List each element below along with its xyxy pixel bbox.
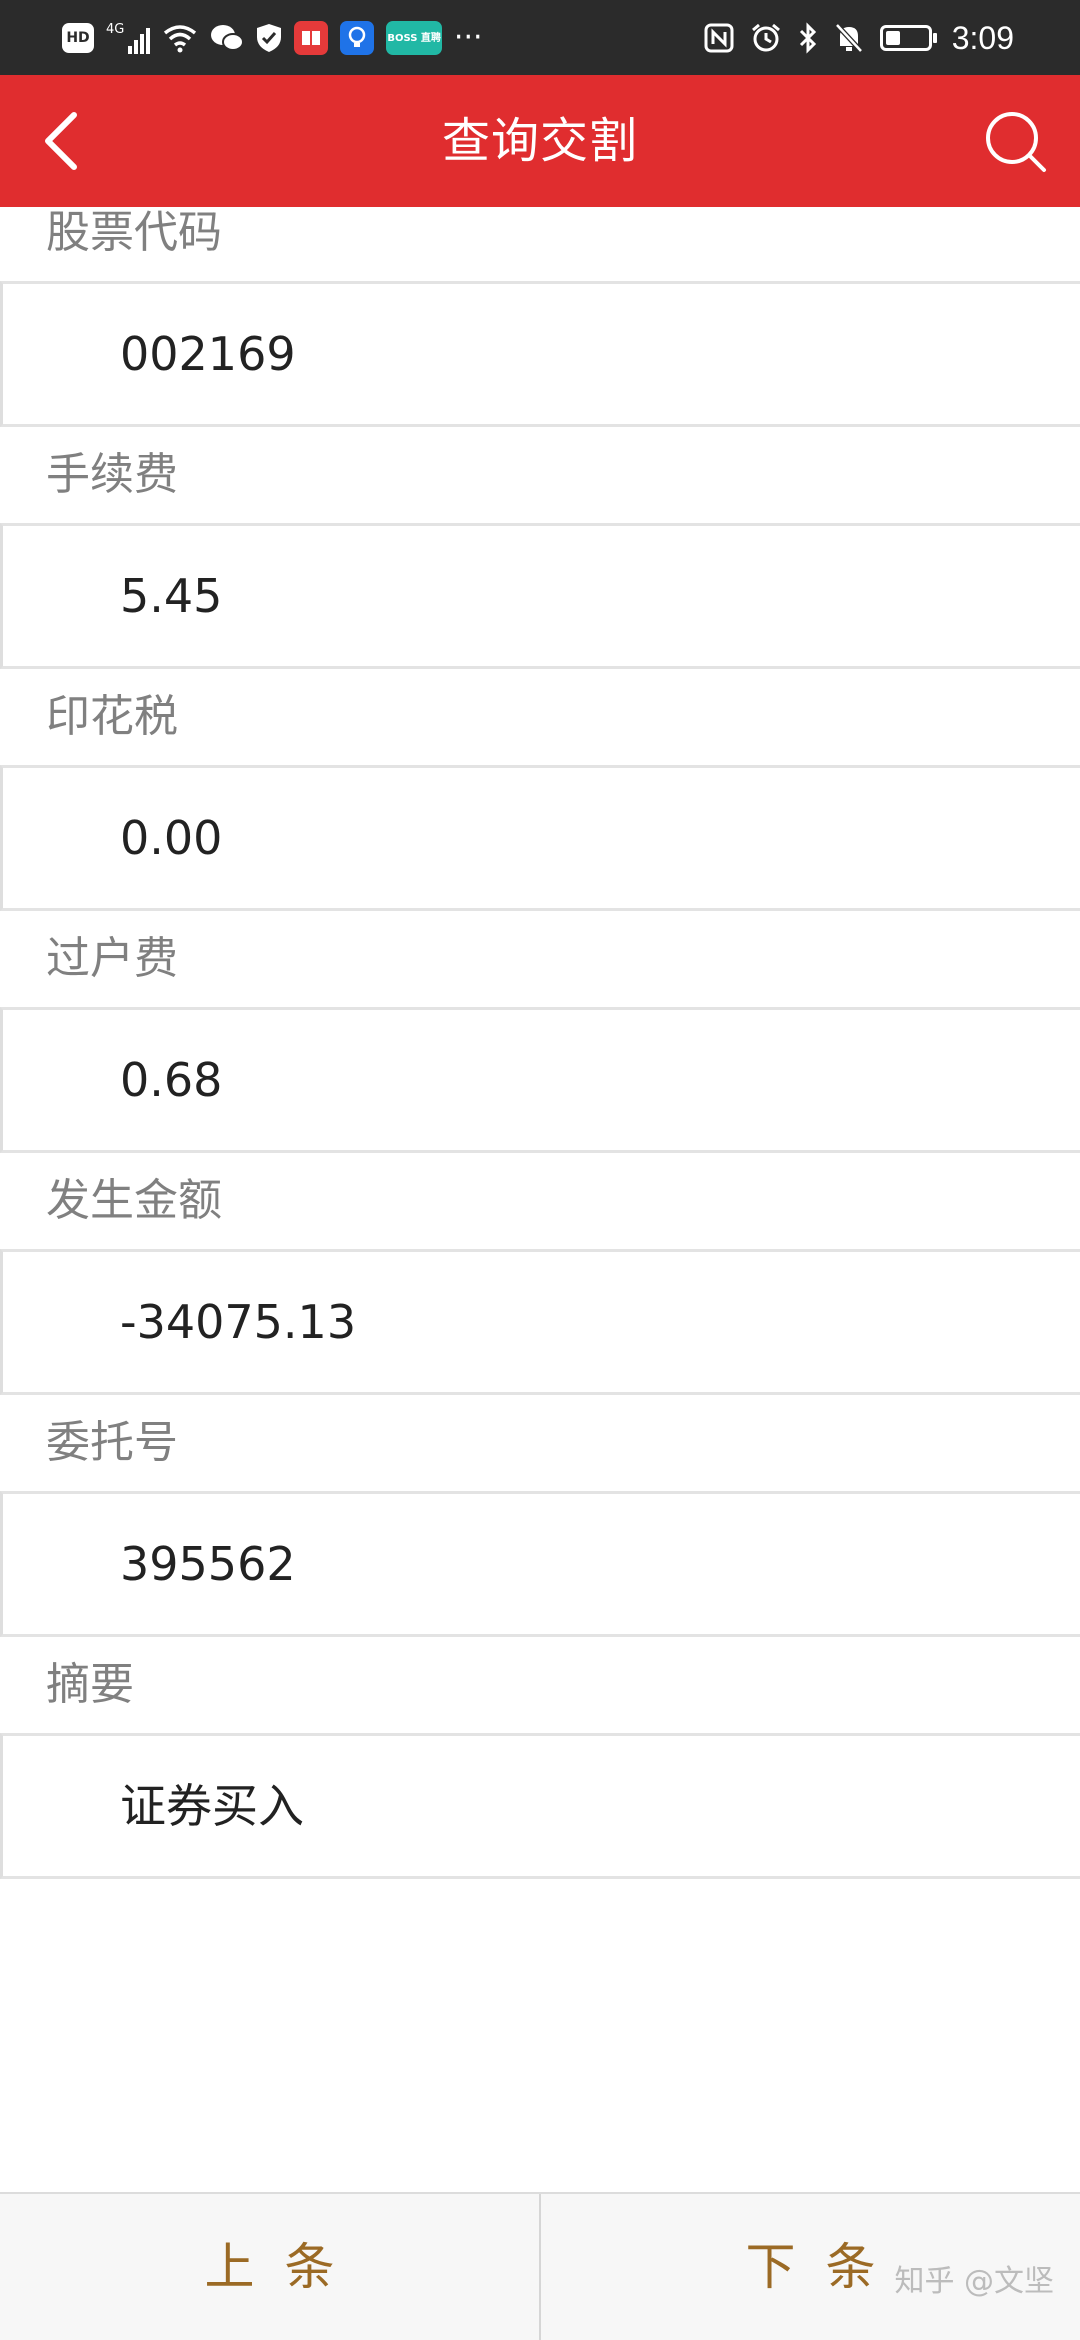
search-icon: [986, 112, 1046, 172]
field-value: 002169: [0, 281, 1080, 427]
reader-app-icon: [294, 21, 329, 55]
field-label: 摘要: [0, 1637, 1080, 1733]
wifi-icon: [164, 25, 197, 53]
field-label: 股票代码: [0, 207, 1080, 281]
battery-icon: [879, 25, 937, 51]
search-button[interactable]: [982, 108, 1048, 174]
status-left-icons: HD 4G BOSS 直聘 ···: [62, 14, 483, 62]
signal-icon: 4G: [106, 22, 151, 54]
mute-bell-icon: [834, 23, 863, 53]
field-value: 0.00: [0, 765, 1080, 911]
shield-icon: [257, 24, 282, 52]
page-title: 查询交割: [441, 113, 638, 169]
field-transfer-fee: 过户费 0.68: [0, 911, 1080, 1153]
hd-badge: HD: [62, 23, 94, 53]
field-order-number: 委托号 395562: [0, 1395, 1080, 1637]
field-label: 印花税: [0, 669, 1080, 765]
field-list: 股票代码 002169 手续费 5.45 印花税 0.00 过户费 0.68 发…: [0, 207, 1080, 1879]
status-time: 3:09: [951, 19, 1014, 56]
field-label: 发生金额: [0, 1153, 1080, 1249]
network-type-label: 4G: [106, 22, 125, 37]
app-header: 查询交割: [0, 75, 1080, 207]
footer-nav: 上条 下条 知乎 @文坚: [0, 2192, 1080, 2340]
field-commission: 手续费 5.45: [0, 427, 1080, 669]
bluetooth-icon: [799, 22, 816, 54]
field-label: 过户费: [0, 911, 1080, 1007]
field-label: 手续费: [0, 427, 1080, 523]
field-value: 5.45: [0, 523, 1080, 669]
field-value: 395562: [0, 1491, 1080, 1637]
nfc-icon: [704, 23, 734, 53]
boss-app-icon: BOSS 直聘: [386, 21, 442, 55]
field-stock-code: 股票代码 002169: [0, 207, 1080, 427]
field-value: 证券买入: [0, 1733, 1080, 1879]
battery-level: [885, 31, 900, 45]
field-value: 0.68: [0, 1007, 1080, 1153]
lightbulb-app-icon: [340, 21, 375, 55]
previous-record-button[interactable]: 上条: [0, 2194, 539, 2340]
more-notifications-icon: ···: [453, 20, 483, 55]
field-amount: 发生金额 -34075.13: [0, 1153, 1080, 1395]
status-bar: HD 4G BOSS 直聘 ··· 3:09: [0, 0, 1080, 75]
status-right-icons: 3:09: [704, 14, 1014, 62]
field-label: 委托号: [0, 1395, 1080, 1491]
alarm-icon: [751, 23, 780, 52]
field-value: -34075.13: [0, 1249, 1080, 1395]
watermark: 知乎 @文坚: [894, 2264, 1054, 2299]
field-summary: 摘要 证券买入: [0, 1637, 1080, 1879]
wechat-icon: [211, 25, 245, 51]
detail-content[interactable]: 股票代码 002169 手续费 5.45 印花税 0.00 过户费 0.68 发…: [0, 207, 1080, 2192]
field-stamp-duty: 印花税 0.00: [0, 669, 1080, 911]
